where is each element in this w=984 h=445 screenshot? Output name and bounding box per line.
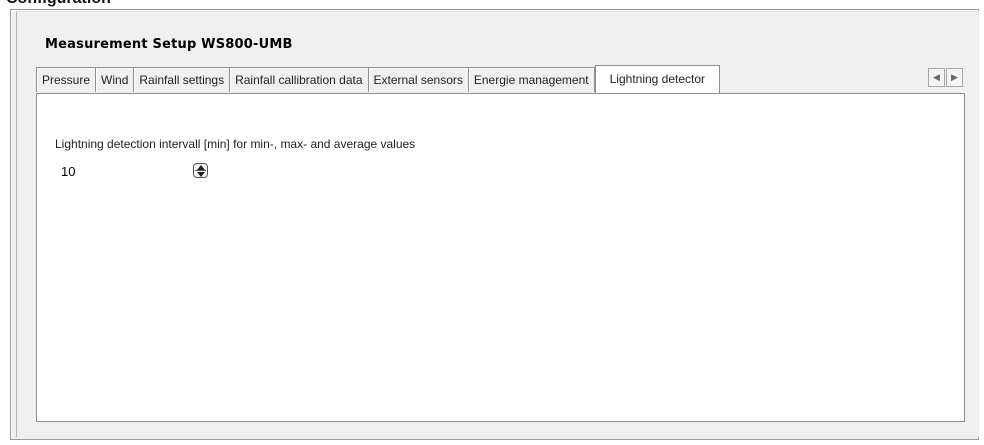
lightning-interval-value[interactable]: 10	[61, 164, 75, 179]
arrow-right-icon[interactable]: ▶	[946, 68, 963, 87]
tab-pressure[interactable]: Pressure	[36, 67, 97, 92]
form-title: Measurement Setup WS800-UMB	[45, 37, 293, 52]
spin-down-icon[interactable]	[197, 172, 205, 177]
tab-external-sensors[interactable]: External sensors	[368, 67, 469, 92]
lightning-interval-spinbox[interactable]: 10	[55, 161, 215, 182]
tab-strip: Pressure Wind Rainfall settings Rainfall…	[36, 65, 721, 93]
tab-scroll-buttons: ◀ ▶	[928, 68, 964, 87]
tab-lightning-detector[interactable]: Lightning detector	[594, 65, 721, 93]
lightning-interval-label: Lightning detection intervall [min] for …	[55, 137, 416, 151]
tab-rainfall-settings[interactable]: Rainfall settings	[134, 67, 231, 92]
window-title-partial: Configuration	[6, 0, 506, 8]
arrow-left-icon[interactable]: ◀	[928, 68, 945, 87]
spin-updown-icon[interactable]	[193, 163, 208, 178]
tab-rainfall-calibration-data[interactable]: Rainfall callibration data	[230, 67, 369, 92]
tab-energie-management[interactable]: Energie management	[468, 67, 595, 92]
spin-divider	[195, 170, 206, 171]
tab-wind[interactable]: Wind	[96, 67, 135, 92]
